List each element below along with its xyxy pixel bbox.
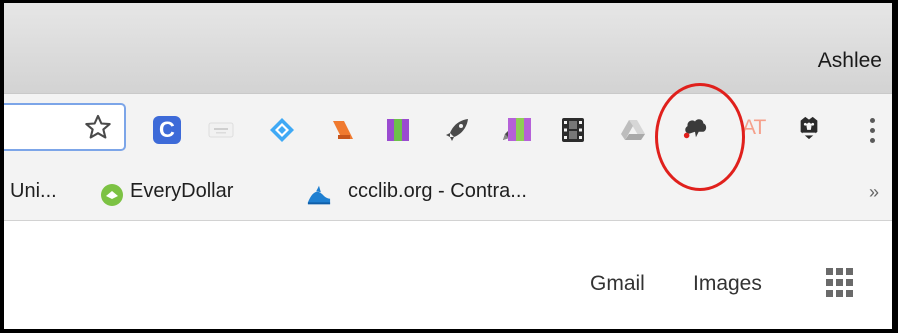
extension-at-button[interactable]: AT [742, 116, 766, 140]
highlight-circle [655, 83, 745, 191]
three-dot-menu-icon[interactable] [864, 118, 880, 146]
address-bar[interactable] [4, 103, 126, 151]
star-icon[interactable] [84, 113, 112, 141]
profile-name-button[interactable]: Ashlee [818, 49, 882, 73]
apps-grid-icon[interactable] [826, 268, 856, 298]
everydollar-icon [101, 184, 123, 206]
bookmarks-bar: Uni... EveryDollar ccclib.org - Contra..… [4, 166, 892, 221]
tag-icon[interactable] [330, 117, 356, 143]
book-icon[interactable] [506, 116, 532, 142]
bookmark-ccclib[interactable]: ccclib.org - Contra... [348, 180, 527, 203]
menu-dot [869, 128, 875, 133]
menu-dot [869, 118, 875, 123]
extension-c-button[interactable]: C [153, 116, 181, 144]
title-bar: Ashlee [4, 3, 892, 93]
bookmark-uni[interactable]: Uni... [10, 180, 57, 203]
book-icon[interactable] [385, 117, 411, 143]
toolbar: C AT [4, 93, 892, 166]
gmail-link[interactable]: Gmail [590, 272, 645, 296]
bookmarks-overflow-button[interactable]: » [869, 182, 879, 203]
drive-icon[interactable] [620, 117, 646, 143]
diamond-icon[interactable] [269, 117, 295, 143]
ccclib-icon [307, 185, 331, 205]
page-content: Gmail Images [4, 222, 892, 329]
badger-icon[interactable] [796, 115, 822, 141]
images-link[interactable]: Images [693, 272, 762, 296]
bookmark-everydollar[interactable]: EveryDollar [130, 180, 233, 203]
menu-dot [869, 138, 875, 143]
rocket-icon[interactable] [444, 117, 470, 143]
browser-window: Ashlee C AT Uni... EveryDollar ccclib.or… [0, 0, 898, 333]
film-icon[interactable] [560, 117, 586, 143]
blurred-extension-icon[interactable] [208, 117, 234, 143]
